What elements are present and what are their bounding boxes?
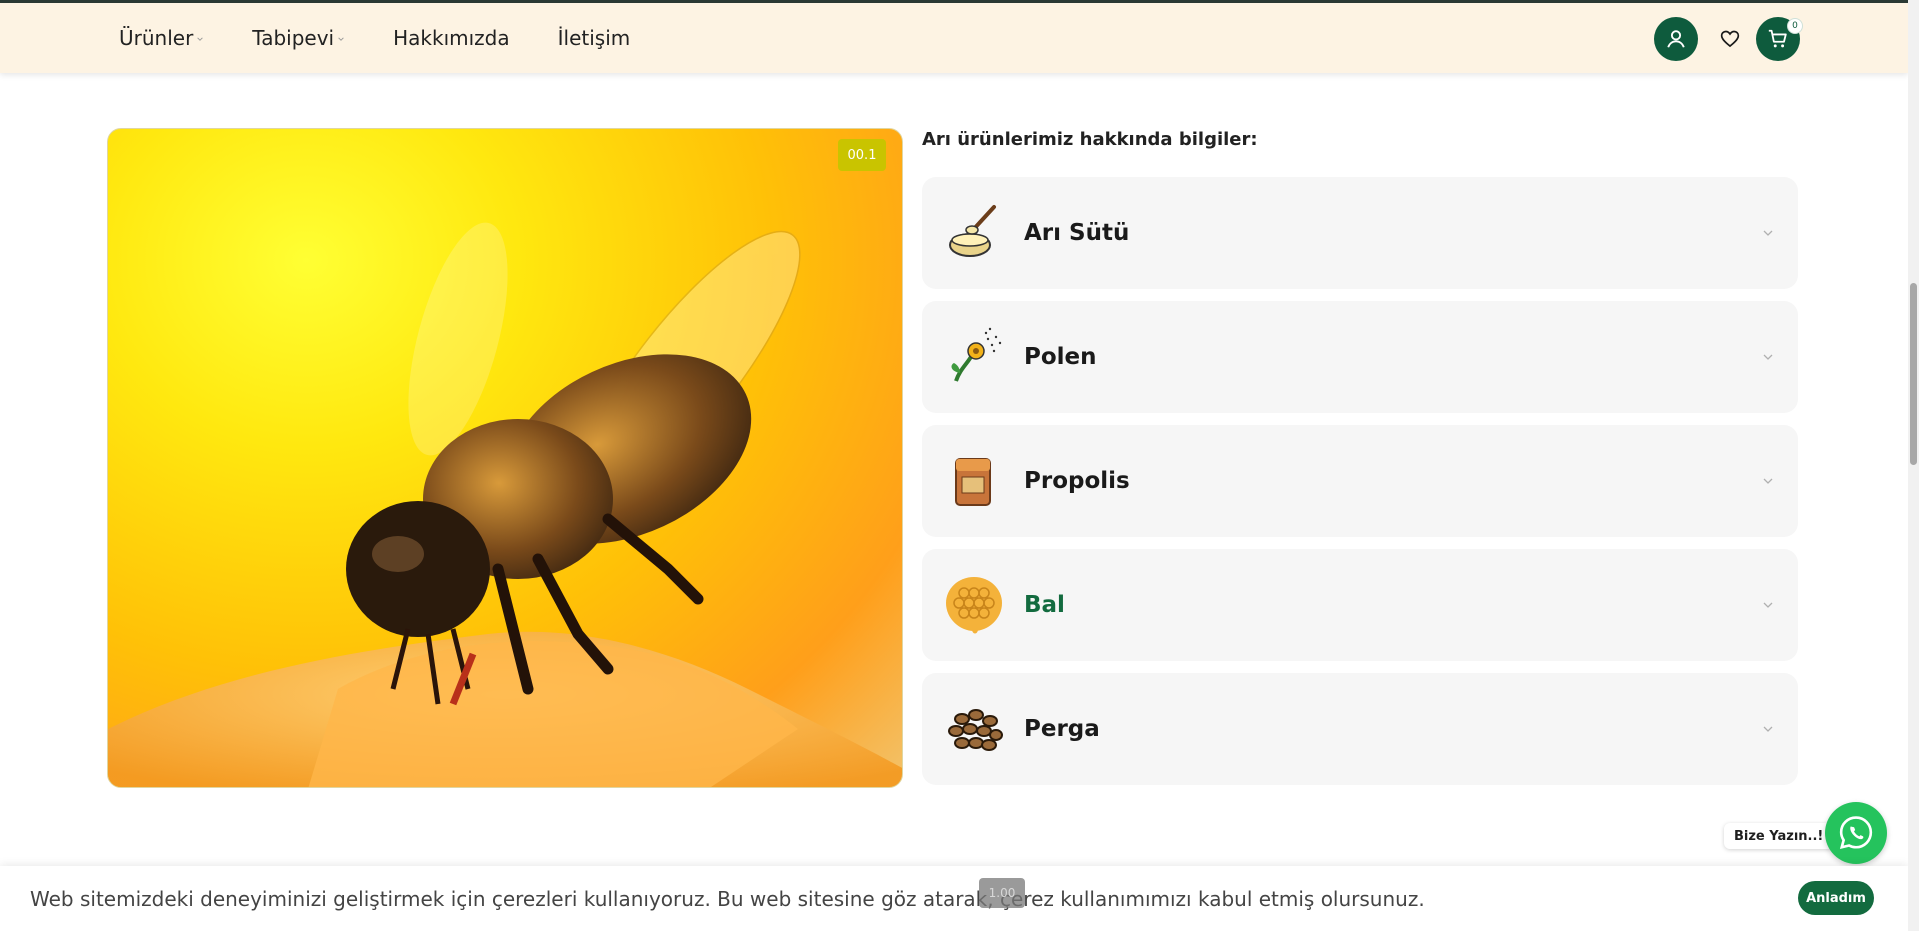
video-time-label: 00.1: [838, 139, 886, 171]
bee-illustration: [108, 222, 902, 787]
main-nav: Ürünler Tabipevi Hakkımızda İletişim: [119, 3, 678, 73]
user-icon: [1667, 30, 1685, 48]
account-button[interactable]: [1654, 17, 1698, 61]
accordion-label: Propolis: [1024, 468, 1130, 494]
nav-item-hakkimizda[interactable]: Hakkımızda: [393, 26, 510, 50]
nav-label: İletişim: [557, 26, 631, 50]
chevron-down-icon: [1763, 478, 1773, 484]
cookie-accept-button[interactable]: Anladım: [1798, 881, 1874, 915]
accordion-label: Polen: [1024, 344, 1097, 370]
pollen-icon: [951, 327, 1002, 382]
whatsapp-icon: [1839, 816, 1873, 850]
accordion-item-perga[interactable]: Perga: [922, 673, 1798, 785]
wishlist-button[interactable]: [1716, 25, 1744, 53]
cart-count-badge: 0: [1787, 18, 1803, 34]
chevron-down-icon: [1763, 354, 1773, 360]
chevron-down-icon: [1763, 230, 1773, 236]
accordion-label: Bal: [1024, 592, 1065, 618]
accordion-label: Perga: [1024, 716, 1100, 742]
whatsapp-button[interactable]: [1825, 802, 1887, 864]
nav-label: Hakkımızda: [393, 26, 510, 50]
accordion-item-bal[interactable]: Bal: [922, 549, 1798, 661]
nav-label: Ürünler: [119, 26, 194, 50]
cookie-text: Web sitemizdeki deneyiminizi geliştirmek…: [30, 886, 1425, 911]
propolis-icon: [955, 458, 991, 506]
chevron-down-icon: [1763, 726, 1773, 732]
overlay-time-tag: 1.00: [979, 878, 1025, 908]
page-scrollbar[interactable]: [1908, 0, 1919, 931]
chevron-down-icon: [197, 37, 204, 41]
site-header: Ürünler Tabipevi Hakkımızda İletişim 0: [0, 3, 1908, 73]
cart-icon: [1768, 29, 1787, 48]
honeycomb-icon: [946, 577, 1002, 634]
nav-item-urunler[interactable]: Ürünler: [119, 26, 204, 50]
nav-label: Tabipevi: [252, 26, 335, 50]
cookie-banner: Web sitemizdeki deneyiminizi geliştirmek…: [0, 866, 1908, 931]
section-title: Arı ürünlerimiz hakkında bilgiler:: [922, 129, 1258, 150]
accordion-item-propolis[interactable]: Propolis: [922, 425, 1798, 537]
whatsapp-tooltip[interactable]: Bize Yazın..!: [1724, 823, 1834, 849]
perga-icon: [948, 709, 1003, 751]
accordion-label: Arı Sütü: [1024, 220, 1130, 246]
scrollbar-thumb[interactable]: [1910, 283, 1917, 465]
heart-icon: [1720, 30, 1740, 48]
chevron-down-icon: [338, 37, 344, 41]
accordion-item-ari-sutu[interactable]: Arı Sütü: [922, 177, 1798, 289]
hero-image-bee[interactable]: 00.1: [107, 128, 903, 788]
chevron-down-icon: [1763, 602, 1773, 608]
accordion-item-polen[interactable]: Polen: [922, 301, 1798, 413]
nav-item-iletisim[interactable]: İletişim: [558, 26, 631, 50]
nav-item-tabipevi[interactable]: Tabipevi: [252, 26, 345, 50]
royal-jelly-icon: [949, 205, 996, 257]
